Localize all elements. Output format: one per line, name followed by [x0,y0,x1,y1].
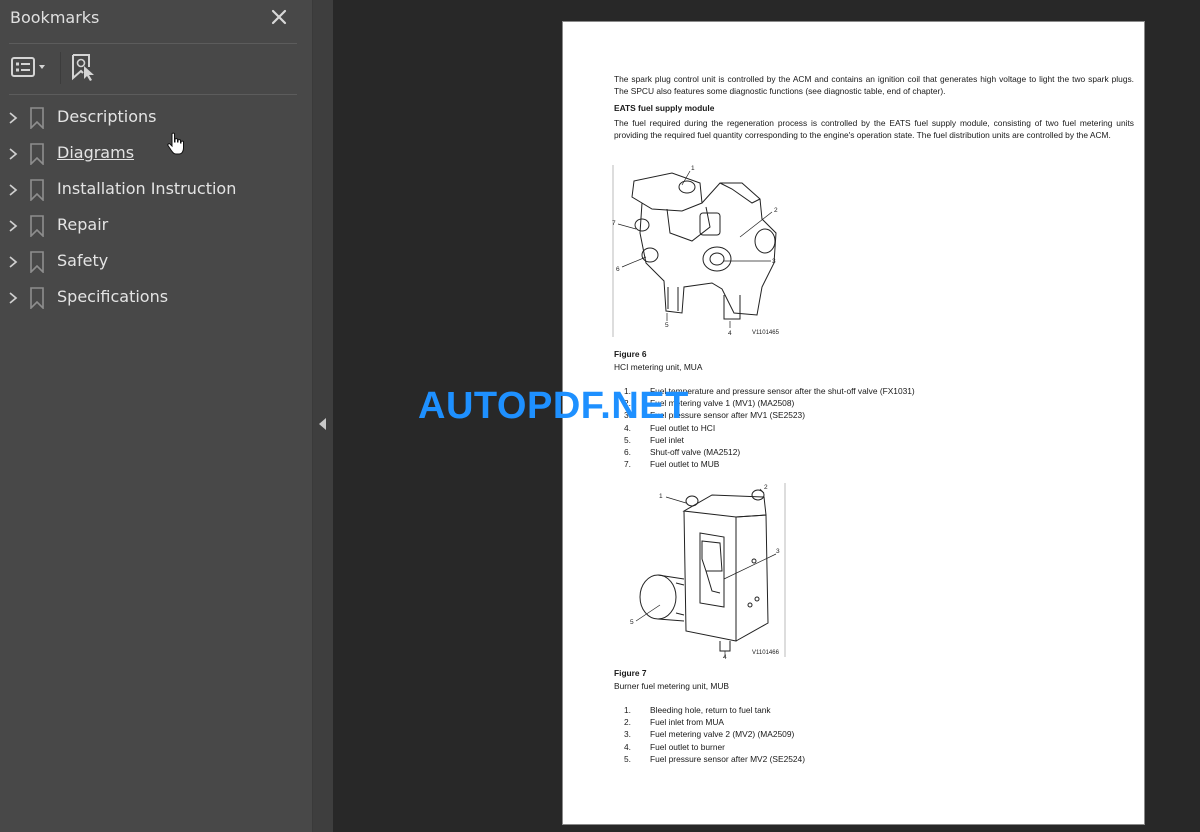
callout-6: 6 [616,266,620,273]
toolbar-separator [60,52,61,84]
callout-1: 1 [691,165,695,172]
intro-paragraph: The spark plug control unit is controlle… [614,74,1134,96]
callout-2: 2 [774,207,778,214]
figure7-caption: Burner fuel metering unit, MUB [614,681,729,691]
panel-title: Bookmarks [10,8,100,27]
bookmark-icon [30,287,44,309]
chevron-right-icon[interactable] [6,289,20,307]
chevron-right-icon[interactable] [6,109,20,127]
chevron-right-icon[interactable] [6,145,20,163]
bookmark-icon [30,143,44,165]
callout-7: 7 [612,220,616,227]
bookmark-icon [30,251,44,273]
figure-ref-id: V1101465 [752,330,780,336]
bookmark-label[interactable]: Diagrams [57,143,134,162]
figure7-title: Figure 7 [614,668,647,678]
bookmark-repair[interactable]: Repair [0,208,312,244]
find-bookmark-icon [72,54,94,81]
bookmark-icon [30,107,44,129]
chevron-right-icon[interactable] [6,217,20,235]
bookmark-label[interactable]: Descriptions [57,107,156,126]
bookmark-specifications[interactable]: Specifications [0,280,312,316]
bookmark-label[interactable]: Specifications [57,287,168,306]
chevron-down-icon [39,65,45,69]
callout-5: 5 [665,322,669,329]
bookmark-label[interactable]: Installation Instruction [57,179,236,198]
close-icon [271,9,287,25]
bookmark-installation-instruction[interactable]: Installation Instruction [0,172,312,208]
bookmark-list: Descriptions Diagrams Installation Instr… [0,100,312,316]
list-options-icon [11,57,45,77]
bookmarks-panel: Bookmarks Descriptions Diagrams Installa… [0,0,312,832]
find-current-bookmark-button[interactable] [70,52,98,82]
callout-3: 3 [772,258,776,265]
divider [9,94,297,95]
bookmark-label[interactable]: Safety [57,251,108,270]
figure-ref-id: V1101466 [752,650,780,656]
bookmark-descriptions[interactable]: Descriptions [0,100,312,136]
collapse-panel-icon[interactable] [316,414,330,434]
callout-4: 4 [723,654,727,659]
section-paragraph: The fuel required during the regeneratio… [614,118,1134,140]
figure7-illustration: 1 2 3 4 5 V1101466 [630,483,786,659]
bookmark-label[interactable]: Repair [57,215,108,234]
chevron-right-icon[interactable] [6,253,20,271]
bookmark-safety[interactable]: Safety [0,244,312,280]
figure6-caption: HCI metering unit, MUA [614,362,703,372]
divider [9,43,297,44]
figure6-title: Figure 6 [614,349,647,359]
callout-4: 4 [728,330,732,337]
watermark-text: AUTOPDF.NET [418,385,689,427]
bookmark-diagrams[interactable]: Diagrams [0,136,312,172]
callout-3: 3 [776,548,780,555]
close-panel-button[interactable] [268,6,290,28]
figure6-illustration: 1 2 3 4 5 6 7 V1101465 [612,165,780,337]
callout-1: 1 [659,493,663,500]
bookmark-icon [30,179,44,201]
callout-2: 2 [764,484,768,491]
hand-cursor-icon [167,132,184,155]
bookmark-icon [30,215,44,237]
bookmark-options-button[interactable] [10,54,52,80]
chevron-right-icon[interactable] [6,181,20,199]
section-heading: EATS fuel supply module [614,103,715,113]
callout-5: 5 [630,619,634,626]
